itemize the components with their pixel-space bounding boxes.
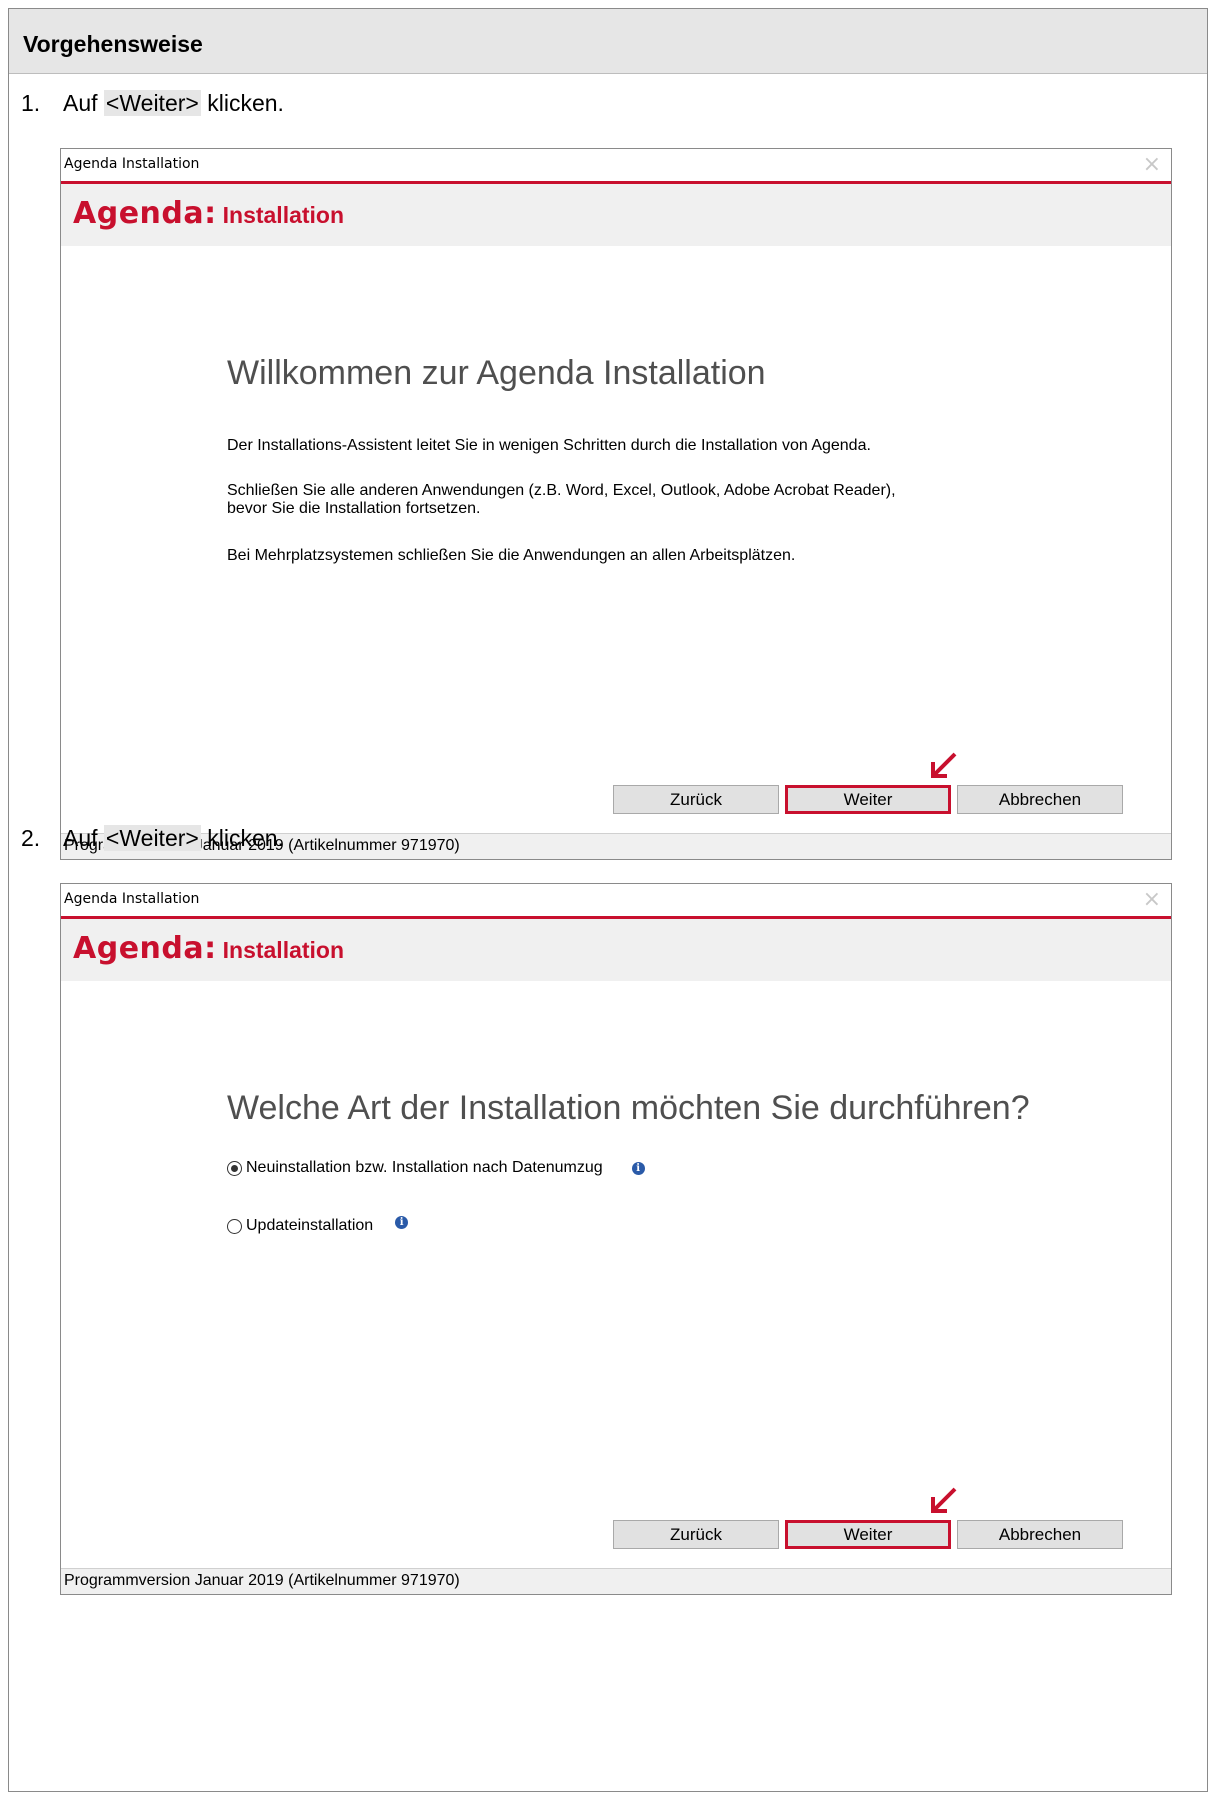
brand-bar: Agenda: Installation [61,184,1171,246]
radio-button[interactable] [227,1218,242,1234]
radio-button-selected[interactable] [227,1160,242,1176]
window-titlebar: Agenda Installation × [61,884,1171,919]
installer-window-type: Agenda Installation × Agenda: Installatio… [60,883,1172,1595]
document-frame: Vorgehensweise 1. Auf <Weiter> klicken. A… [8,8,1208,1792]
option-label: Updateinstallation [246,1217,374,1234]
agenda-logo: Agenda: Installation [73,931,344,966]
close-apps-text-2: bevor Sie die Installation fortsetzen. [227,500,481,517]
next-button[interactable]: Weiter [785,1520,951,1549]
step-highlight: <Weiter> [103,90,201,116]
cancel-button[interactable]: Abbrechen [957,1520,1123,1549]
agenda-logo: Agenda: Installation [73,196,344,231]
step-suffix: klicken. [200,90,284,116]
window-title: Agenda Installation [64,156,200,172]
step-highlight: <Weiter> [103,825,201,851]
page-heading: Welche Art der Installation möchten Sie … [227,1089,1030,1127]
window-title: Agenda Installation [64,891,200,907]
multi-workstation-text: Bei Mehrplatzsystemen schließen Sie die … [227,547,796,564]
option-update-install[interactable]: Updateinstallation i [227,1215,409,1235]
intro-text: Der Installations-Assistent leitet Sie i… [227,437,871,454]
brand-bar: Agenda: Installation [61,919,1171,981]
info-icon[interactable]: i [631,1161,645,1175]
brand-logo-text: Agenda: [73,196,217,231]
step-number: 1. [21,90,41,116]
step-prefix: Auf [63,825,104,851]
version-text: Programmversion Januar 2019 (Artikelnumm… [64,1572,460,1589]
step-number: 2. [21,825,41,851]
step-prefix: Auf [63,90,104,116]
info-icon[interactable]: i [395,1215,409,1229]
back-button[interactable]: Zurück [613,1520,779,1549]
step-1-instruction: 1. Auf <Weiter> klicken. [21,90,284,117]
step-2-instruction: 2. Auf <Weiter> klicken. [21,825,284,852]
brand-product: Installation [222,202,345,228]
installer-window-welcome: Agenda Installation × Agenda: Installatio… [60,148,1172,860]
brand-logo-text: Agenda: [73,931,217,966]
next-button[interactable]: Weiter [785,785,951,814]
step-suffix: klicken. [200,825,284,851]
option-label: Neuinstallation bzw. Installation nach D… [246,1159,603,1176]
pointer-arrow-icon [931,1487,957,1513]
option-new-install[interactable]: Neuinstallation bzw. Installation nach D… [227,1159,645,1177]
status-bar: Programmversion Januar 2019 (Artikelnumm… [61,1568,1171,1594]
window-titlebar: Agenda Installation × [61,149,1171,184]
page-heading: Willkommen zur Agenda Installation [227,354,766,392]
close-icon[interactable]: × [1143,887,1161,912]
brand-product: Installation [222,937,345,963]
close-icon[interactable]: × [1143,152,1161,177]
section-header: Vorgehensweise [9,9,1207,74]
back-button[interactable]: Zurück [613,785,779,814]
cancel-button[interactable]: Abbrechen [957,785,1123,814]
section-title: Vorgehensweise [23,31,203,57]
pointer-arrow-icon [931,752,957,778]
close-apps-text: Schließen Sie alle anderen Anwendungen (… [227,482,896,499]
